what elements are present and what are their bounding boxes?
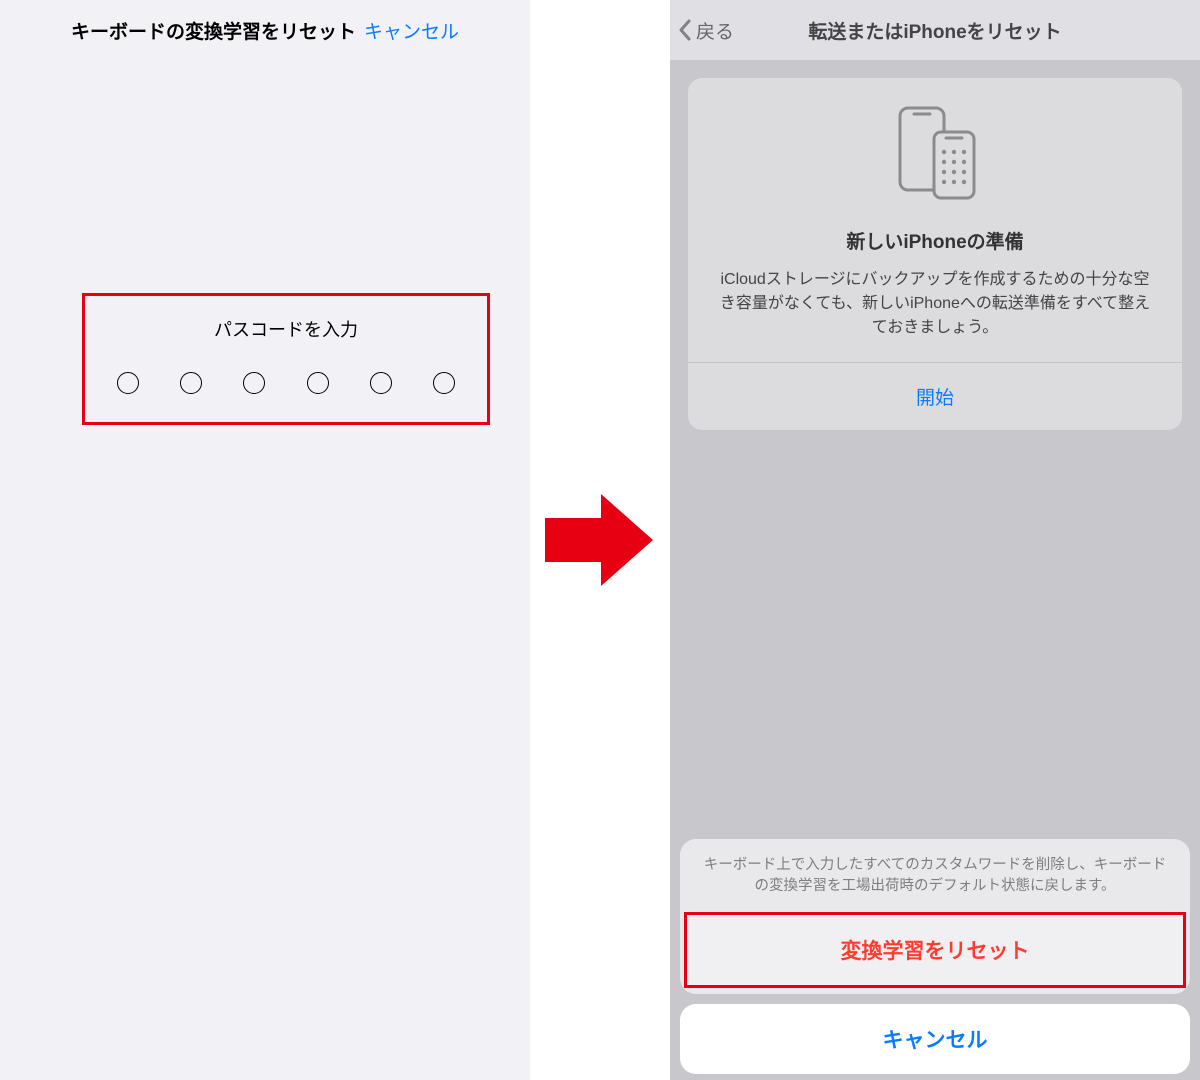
card-title: 新しいiPhoneの準備 (710, 227, 1160, 254)
nav-bar-left: キーボードの変換学習をリセット キャンセル (0, 0, 530, 60)
passcode-dot (370, 372, 392, 394)
nav-bar-right: 戻る 転送またはiPhoneをリセット (670, 0, 1200, 60)
prepare-card: 新しいiPhoneの準備 iCloudストレージにバックアップを作成するための十… (688, 78, 1182, 430)
action-sheet-message: キーボード上で入力したすべてのカスタムワードを削除し、キーボードの変換学習を工場… (680, 839, 1190, 913)
card-description: iCloudストレージにバックアップを作成するための十分な空き容量がなくても、新… (710, 268, 1160, 362)
passcode-dot (307, 372, 329, 394)
chevron-left-icon (678, 19, 692, 41)
back-button[interactable]: 戻る (678, 17, 734, 44)
nav-title: キーボードの変換学習をリセット (71, 17, 356, 44)
nav-title: 転送またはiPhoneをリセット (808, 17, 1061, 44)
passcode-dot (433, 372, 455, 394)
arrow-right-icon (545, 494, 653, 586)
action-sheet-group: キーボード上で入力したすべてのカスタムワードを削除し、キーボードの変換学習を工場… (680, 839, 1190, 995)
passcode-dot (243, 372, 265, 394)
reset-dictionary-button[interactable]: 変換学習をリセット (684, 912, 1186, 988)
passcode-dots[interactable] (99, 372, 473, 394)
back-label: 戻る (696, 17, 734, 44)
passcode-dot (117, 372, 139, 394)
passcode-area: パスコードを入力 (82, 293, 490, 425)
passcode-dot (180, 372, 202, 394)
devices-icon (890, 104, 980, 204)
transfer-reset-screen: 戻る 転送またはiPhoneをリセット 新しいiPhoneの準備 iCloudス… (670, 0, 1200, 1080)
action-sheet-cancel-button[interactable]: キャンセル (680, 1004, 1190, 1074)
action-sheet: キーボード上で入力したすべてのカスタムワードを削除し、キーボードの変換学習を工場… (680, 839, 1190, 1075)
cancel-button[interactable]: キャンセル (364, 17, 459, 44)
passcode-label: パスコードを入力 (99, 316, 473, 342)
start-button[interactable]: 開始 (710, 363, 1160, 430)
passcode-screen: キーボードの変換学習をリセット キャンセル パスコードを入力 (0, 0, 530, 1080)
